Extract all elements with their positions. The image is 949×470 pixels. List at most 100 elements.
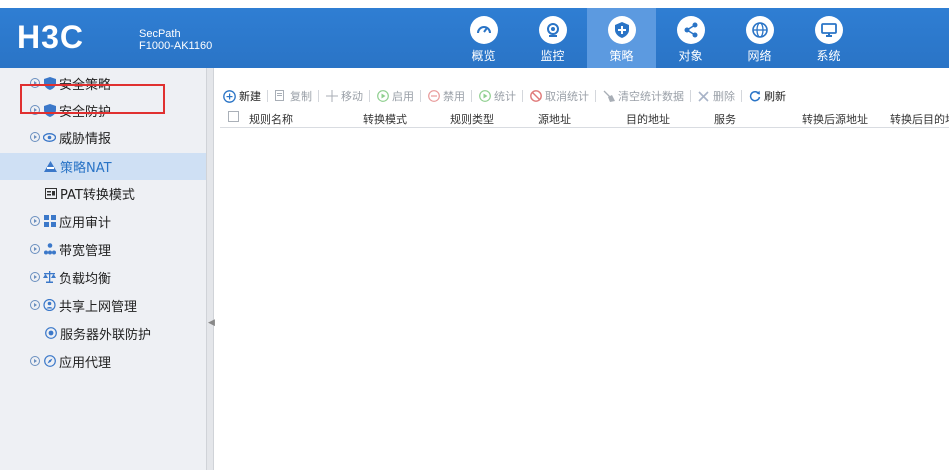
toolbar-divider <box>741 90 742 102</box>
nav-monitor[interactable]: 监控 <box>518 8 587 68</box>
svg-text:H3C: H3C <box>17 20 84 54</box>
sidebar-item-shared-internet[interactable]: 共享上网管理 <box>0 292 206 318</box>
monitor-icon <box>814 16 843 44</box>
nav-objects-label: 对象 <box>678 49 703 63</box>
sidebar-item-bandwidth[interactable]: 带宽管理 <box>0 236 206 262</box>
column-translated-destination[interactable]: 转换后目的地址 <box>890 111 949 127</box>
select-all-checkbox[interactable] <box>228 111 239 122</box>
toolbar-divider <box>690 90 691 102</box>
toolbar-divider <box>267 90 268 102</box>
product-model: SecPath F1000-AK1160 <box>139 28 212 52</box>
target-icon <box>44 327 57 340</box>
cancel-stats-label: 取消统计 <box>545 90 589 103</box>
refresh-icon <box>748 90 761 103</box>
selection-highlight-box <box>20 84 165 114</box>
shield-plus-icon <box>607 16 636 44</box>
nav-monitor-label: 监控 <box>540 49 565 63</box>
expand-icon[interactable] <box>30 356 40 366</box>
expand-icon[interactable] <box>30 272 40 282</box>
sidebar-splitter[interactable]: ◀ <box>206 68 215 470</box>
sidebar-item-label: 服务器外联防护 <box>60 327 152 343</box>
table-header: 规则名称 转换模式 规则类型 源地址 目的地址 服务 转换后源地址 转换后目的地… <box>220 107 949 128</box>
expand-icon[interactable] <box>30 300 40 310</box>
sidebar-item-app-proxy[interactable]: 应用代理 <box>0 348 206 374</box>
gauge-icon <box>469 16 498 44</box>
stats-label: 统计 <box>494 90 516 103</box>
collapse-arrow-icon[interactable]: ◀ <box>208 312 215 334</box>
column-translated-source[interactable]: 转换后源地址 <box>802 111 868 127</box>
clear-stats-button[interactable]: 清空统计数据 <box>602 88 684 104</box>
sidebar-item-server-outbound[interactable]: 服务器外联防护 <box>0 320 206 346</box>
ban-icon <box>529 90 542 103</box>
share-nodes-icon <box>676 16 705 44</box>
nav-policy[interactable]: 策略 <box>587 8 656 68</box>
nav-network[interactable]: 网络 <box>725 8 794 68</box>
plus-circle-icon <box>223 89 236 103</box>
sidebar-item-label: 策略NAT <box>60 161 112 176</box>
sidebar-item-label: 威胁情报 <box>59 131 112 147</box>
nav-objects[interactable]: 对象 <box>656 8 725 68</box>
eye-icon <box>43 131 56 144</box>
column-rule-type[interactable]: 规则类型 <box>450 111 494 127</box>
toolbar-divider <box>522 90 523 102</box>
toolbar-divider <box>471 90 472 102</box>
stats-button[interactable]: 统计 <box>478 88 516 104</box>
top-nav: 概览 监控 策略 对象 网络 系统 <box>449 8 863 68</box>
sidebar-item-label: 应用代理 <box>59 355 112 371</box>
nat-icon <box>44 160 57 173</box>
sidebar-item-label: 共享上网管理 <box>59 299 138 315</box>
copy-button[interactable]: 复制 <box>274 88 312 104</box>
sidebar-item-threat-intel[interactable]: 威胁情报 <box>0 124 206 150</box>
expand-icon[interactable] <box>30 244 40 254</box>
sidebar-item-label: 应用审计 <box>59 215 112 231</box>
sidebar-item-policy-nat[interactable]: 策略NAT <box>0 153 206 180</box>
column-destination-address[interactable]: 目的地址 <box>626 111 670 127</box>
toolbar-divider <box>420 90 421 102</box>
sidebar-item-label: PAT转换模式 <box>60 187 135 203</box>
column-translation-mode[interactable]: 转换模式 <box>363 111 407 127</box>
copy-label: 复制 <box>290 90 312 103</box>
cancel-stats-button[interactable]: 取消统计 <box>529 88 589 104</box>
globe-icon <box>745 16 774 44</box>
product-series: SecPath <box>139 28 181 40</box>
compass-icon <box>43 355 56 368</box>
disable-label: 禁用 <box>443 90 465 103</box>
nav-overview[interactable]: 概览 <box>449 8 518 68</box>
grid-icon <box>43 215 56 228</box>
enable-button[interactable]: 启用 <box>376 88 414 104</box>
nav-system[interactable]: 系统 <box>794 8 863 68</box>
close-icon <box>697 90 710 103</box>
stats-icon <box>478 90 491 103</box>
move-button[interactable]: 移动 <box>325 88 363 104</box>
copy-icon <box>274 90 287 103</box>
top-header: H3C SecPath F1000-AK1160 概览 监控 策略 对象 网络 … <box>0 8 949 68</box>
toolbar: 新建 复制 移动 启用 禁用 统计 取消统计 清空统计数据 删除 刷新 <box>223 86 786 106</box>
product-model-number: F1000-AK1160 <box>139 40 213 52</box>
camera-icon <box>538 16 567 44</box>
expand-icon[interactable] <box>30 216 40 226</box>
org-chart-icon <box>43 243 56 256</box>
column-rule-name[interactable]: 规则名称 <box>249 111 293 127</box>
nav-network-label: 网络 <box>747 49 772 63</box>
refresh-button[interactable]: 刷新 <box>748 88 786 104</box>
toolbar-divider <box>595 90 596 102</box>
sidebar-item-app-audit[interactable]: 应用审计 <box>0 208 206 234</box>
sidebar-item-label: 负载均衡 <box>59 271 112 287</box>
sidebar-item-pat-mode[interactable]: PAT转换模式 <box>0 180 206 206</box>
move-icon <box>325 90 338 103</box>
balance-icon <box>43 271 56 284</box>
new-label: 新建 <box>239 90 261 103</box>
minus-circle-icon <box>427 90 440 103</box>
nav-overview-label: 概览 <box>471 49 496 63</box>
new-button[interactable]: 新建 <box>223 88 261 104</box>
column-source-address[interactable]: 源地址 <box>538 111 571 127</box>
disable-button[interactable]: 禁用 <box>427 88 465 104</box>
refresh-label: 刷新 <box>764 90 786 103</box>
expand-icon[interactable] <box>30 132 40 142</box>
sidebar-item-load-balance[interactable]: 负载均衡 <box>0 264 206 290</box>
sidebar-item-label: 带宽管理 <box>59 243 112 259</box>
nav-policy-label: 策略 <box>609 49 634 63</box>
enable-label: 启用 <box>392 90 414 103</box>
delete-button[interactable]: 删除 <box>697 88 735 104</box>
column-service[interactable]: 服务 <box>714 111 736 127</box>
